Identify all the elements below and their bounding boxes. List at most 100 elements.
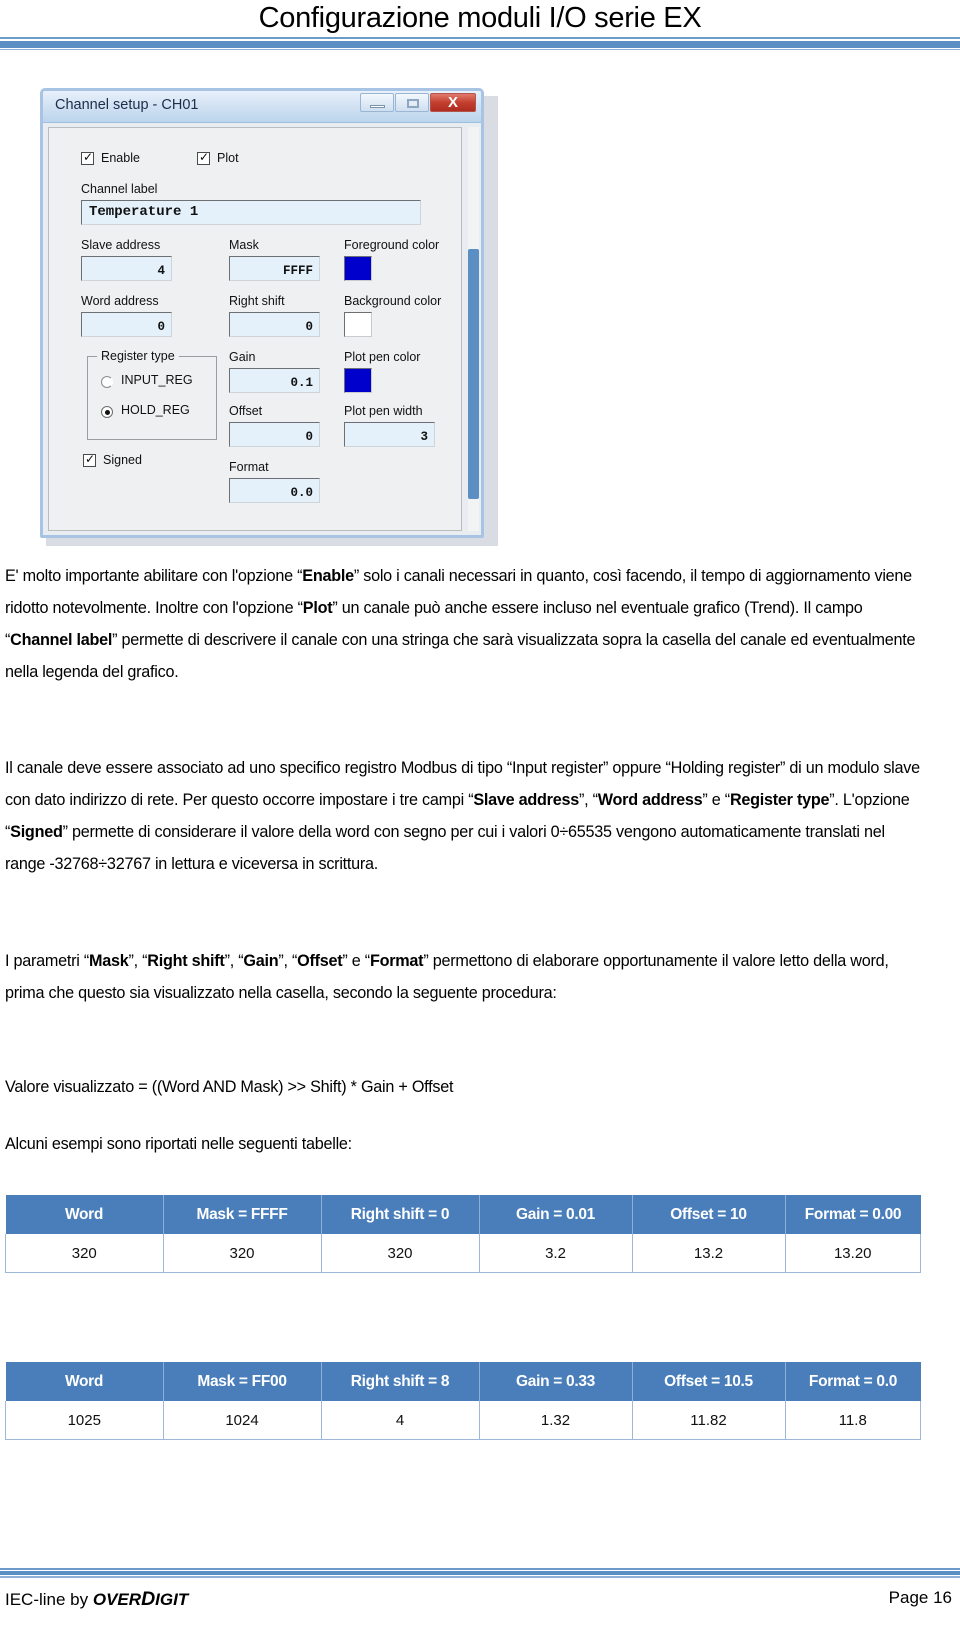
offset-value: 0 [305, 430, 313, 444]
channel-label-input[interactable]: Temperature 1 [81, 200, 421, 225]
p3-term-mask: Mask [89, 952, 129, 970]
table1-cell-0-1: 320 [162, 1234, 322, 1273]
format-label: Format [229, 460, 269, 474]
p3-term-right-shift: Right shift [147, 952, 225, 970]
p1-term-enable: Enable [302, 567, 354, 585]
examples-table-1: Word Mask = FFFF Right shift = 0 Gain = … [5, 1195, 921, 1273]
p2-term-slave-address: Slave address [473, 791, 579, 809]
register-type-option-1-label: HOLD_REG [121, 403, 190, 417]
p2-seg-i: ” permette di considerare il valore dell… [5, 823, 885, 873]
table1-cell-0-5: 13.20 [784, 1234, 921, 1273]
dialog-scrollbar[interactable] [468, 127, 479, 531]
enable-label: Enable [101, 151, 140, 165]
paragraph-3: I parametri “Mask”, “Right shift”, “Gain… [5, 945, 921, 1009]
p2-seg-c: ”, “ [578, 791, 598, 809]
footer-brand-over: OVER [92, 1590, 142, 1609]
p3-seg-e: ”, “ [224, 952, 244, 970]
table1-cell-0-0: 320 [5, 1234, 164, 1273]
word-address-input[interactable]: 0 [81, 312, 172, 337]
footer-brand-d: D [141, 1588, 156, 1610]
table2-cell-0-5: 11.8 [784, 1401, 921, 1440]
register-type-radio-hold-reg[interactable] [101, 406, 113, 418]
table1-header-2: Right shift = 0 [321, 1195, 480, 1234]
table2-cell-0-1: 1024 [162, 1401, 322, 1440]
paragraph-2: Il canale deve essere associato ad uno s… [5, 752, 921, 880]
plot-pen-color-swatch[interactable] [344, 368, 372, 393]
offset-input[interactable]: 0 [229, 422, 320, 447]
word-address-value: 0 [157, 320, 165, 334]
foreground-color-label: Foreground color [344, 238, 440, 252]
close-button[interactable]: X [430, 93, 476, 112]
plot-checkbox[interactable] [197, 150, 210, 165]
table2-header-4: Offset = 10.5 [632, 1362, 786, 1401]
table-header-row: Word Mask = FFFF Right shift = 0 Gain = … [5, 1195, 921, 1234]
foreground-color-swatch[interactable] [344, 256, 372, 281]
p3-seg-i: ” e “ [342, 952, 370, 970]
dialog-title: Channel setup - CH01 [55, 97, 199, 113]
p3-seg-g: ”, “ [278, 952, 298, 970]
enable-checkbox[interactable] [81, 150, 94, 165]
scrollbar-thumb[interactable] [468, 249, 479, 499]
table-header-row: Word Mask = FF00 Right shift = 8 Gain = … [5, 1362, 921, 1401]
examples-intro: Alcuni esempi sono riportati nelle segue… [5, 1135, 352, 1153]
table1-header-0: Word [5, 1195, 164, 1234]
register-type-radio-input-reg[interactable] [101, 376, 113, 388]
mask-value: FFFF [282, 264, 313, 278]
table1-header-1: Mask = FFFF [163, 1195, 322, 1234]
minimize-button[interactable] [360, 93, 394, 112]
paragraph-1: E' molto importante abilitare con l'opzi… [5, 560, 921, 688]
signed-checkbox[interactable] [83, 452, 96, 467]
p2-seg-e: ” e “ [702, 791, 730, 809]
table2-header-5: Format = 0.0 [785, 1362, 921, 1401]
p1-term-channel-label: Channel label [10, 631, 113, 649]
mask-label: Mask [229, 238, 259, 252]
gain-value: 0.1 [290, 376, 313, 390]
right-shift-input[interactable]: 0 [229, 312, 320, 337]
channel-label-value: Temperature 1 [89, 204, 199, 220]
footer-brand: OVERDIGIT [92, 1588, 188, 1610]
format-value: 0.0 [290, 486, 313, 500]
table-row: 320 320 320 3.2 13.2 13.20 [5, 1234, 921, 1273]
word-address-label: Word address [81, 294, 159, 308]
table1-header-3: Gain = 0.01 [479, 1195, 633, 1234]
window-control-buttons: X [360, 93, 477, 112]
footer-company-prefix: IEC-line by [5, 1590, 93, 1609]
table2-cell-0-0: 1025 [5, 1401, 164, 1440]
background-color-swatch[interactable] [344, 312, 372, 337]
signed-label: Signed [103, 453, 142, 467]
table2-header-3: Gain = 0.33 [479, 1362, 633, 1401]
p2-term-signed: Signed [10, 823, 63, 841]
channel-setup-dialog-screenshot: Channel setup - CH01 X Enable Plot [40, 88, 498, 546]
table1-cell-0-2: 320 [320, 1234, 480, 1273]
close-icon: X [447, 94, 458, 111]
footer-company: IEC-line by OVERDIGIT [5, 1588, 188, 1611]
p2-term-register-type: Register type [729, 791, 830, 809]
table2-header-0: Word [5, 1362, 164, 1401]
maximize-icon [407, 99, 419, 108]
slave-address-input[interactable]: 4 [81, 256, 172, 281]
minimize-icon [370, 105, 385, 108]
format-input[interactable]: 0.0 [229, 478, 320, 503]
table1-cell-0-3: 3.2 [478, 1234, 633, 1273]
maximize-button[interactable] [395, 93, 429, 112]
dialog-content-panel: Enable Plot Channel label Temperature 1 … [48, 127, 462, 531]
plot-pen-width-label: Plot pen width [344, 404, 423, 418]
plot-pen-width-value: 3 [420, 430, 428, 444]
table2-cell-0-3: 1.32 [478, 1401, 633, 1440]
examples-table-2: Word Mask = FF00 Right shift = 8 Gain = … [5, 1362, 921, 1440]
dialog-titlebar: Channel setup - CH01 X [43, 91, 481, 123]
slave-address-value: 4 [157, 264, 165, 278]
p3-term-format: Format [369, 952, 424, 970]
plot-pen-color-label: Plot pen color [344, 350, 421, 364]
page-header: Configurazione moduli I/O serie EX [0, 0, 960, 52]
register-type-legend: Register type [97, 349, 179, 363]
formula-line: Valore visualizzato = ((Word AND Mask) >… [5, 1078, 454, 1096]
plot-pen-width-input[interactable]: 3 [344, 422, 435, 447]
table1-header-5: Format = 0.00 [785, 1195, 921, 1234]
gain-input[interactable]: 0.1 [229, 368, 320, 393]
table2-cell-0-4: 11.82 [631, 1401, 786, 1440]
table2-header-1: Mask = FF00 [163, 1362, 322, 1401]
right-shift-label: Right shift [229, 294, 285, 308]
mask-input[interactable]: FFFF [229, 256, 320, 281]
header-divider-thick [0, 41, 960, 48]
